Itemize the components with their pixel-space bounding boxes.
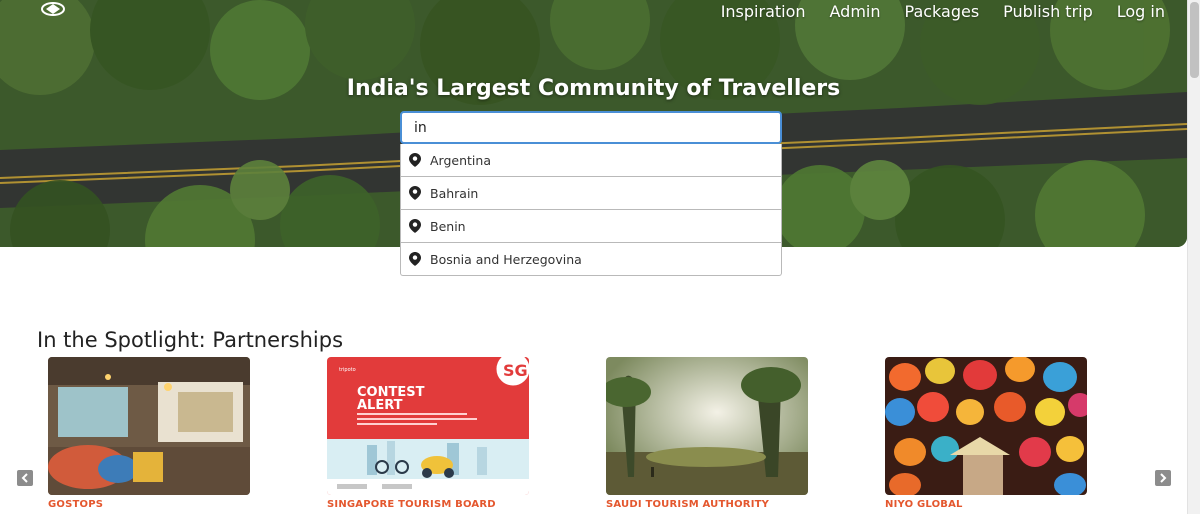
- suggestion-item[interactable]: Bosnia and Herzegovina: [401, 243, 781, 275]
- map-pin-icon: [409, 252, 421, 266]
- suggestion-label: Bahrain: [430, 185, 479, 201]
- nav-inspiration[interactable]: Inspiration: [721, 2, 806, 21]
- chevron-right-icon: [1160, 473, 1167, 483]
- alert-text: ALERT: [357, 398, 403, 413]
- suggestion-item[interactable]: Bahrain: [401, 177, 781, 210]
- map-pin-icon: [409, 186, 421, 200]
- suggestion-label: Bosnia and Herzegovina: [430, 251, 582, 267]
- partner-name: GOSTOPS: [48, 499, 104, 510]
- scrollbar-thumb[interactable]: [1190, 2, 1199, 78]
- nav-admin[interactable]: Admin: [830, 2, 881, 21]
- top-nav: Inspiration Admin Packages Publish trip …: [721, 0, 1165, 22]
- suggestion-item[interactable]: Benin: [401, 210, 781, 243]
- search-container: Argentina Bahrain Benin Bosnia and Herze…: [400, 111, 782, 276]
- page: Inspiration Admin Packages Publish trip …: [0, 0, 1200, 514]
- tripoto-brand-text: tripoto: [339, 367, 356, 373]
- map-pin-icon: [409, 219, 421, 233]
- partner-name: NIYO GLOBAL: [885, 499, 963, 510]
- carousel-prev-button[interactable]: [17, 470, 33, 486]
- partner-card-niyo[interactable]: NIYO GLOBAL: [885, 357, 1087, 510]
- logo-icon[interactable]: [38, 0, 68, 18]
- hero-title: India's Largest Community of Travellers: [346, 76, 841, 101]
- partner-name: SINGAPORE TOURISM BOARD: [327, 499, 496, 510]
- map-pin-icon: [409, 153, 421, 167]
- partner-image: [48, 357, 250, 495]
- partner-image: SG tripoto CONTEST ALERT: [327, 357, 529, 495]
- sg-badge-text: SG: [503, 361, 528, 380]
- suggestion-label: Argentina: [430, 152, 491, 168]
- partner-card-singapore[interactable]: SG tripoto CONTEST ALERT SINGAPORE TOURI…: [327, 357, 529, 510]
- search-suggestions: Argentina Bahrain Benin Bosnia and Herze…: [400, 144, 782, 276]
- partner-image: [885, 357, 1087, 495]
- partner-card-saudi[interactable]: SAUDI TOURISM AUTHORITY: [606, 357, 808, 510]
- chevron-left-icon: [21, 473, 28, 483]
- spotlight-title: In the Spotlight: Partnerships: [37, 328, 344, 352]
- search-input[interactable]: [400, 111, 782, 144]
- nav-publish-trip[interactable]: Publish trip: [1003, 2, 1093, 21]
- page-scrollbar[interactable]: [1187, 0, 1200, 514]
- carousel-next-button[interactable]: [1155, 470, 1171, 486]
- suggestion-label: Benin: [430, 218, 466, 234]
- nav-packages[interactable]: Packages: [905, 2, 980, 21]
- partner-card-gostops[interactable]: GOSTOPS: [48, 357, 250, 510]
- partner-image: [606, 357, 808, 495]
- nav-log-in[interactable]: Log in: [1117, 2, 1165, 21]
- suggestion-item[interactable]: Argentina: [401, 144, 781, 177]
- partner-name: SAUDI TOURISM AUTHORITY: [606, 499, 770, 510]
